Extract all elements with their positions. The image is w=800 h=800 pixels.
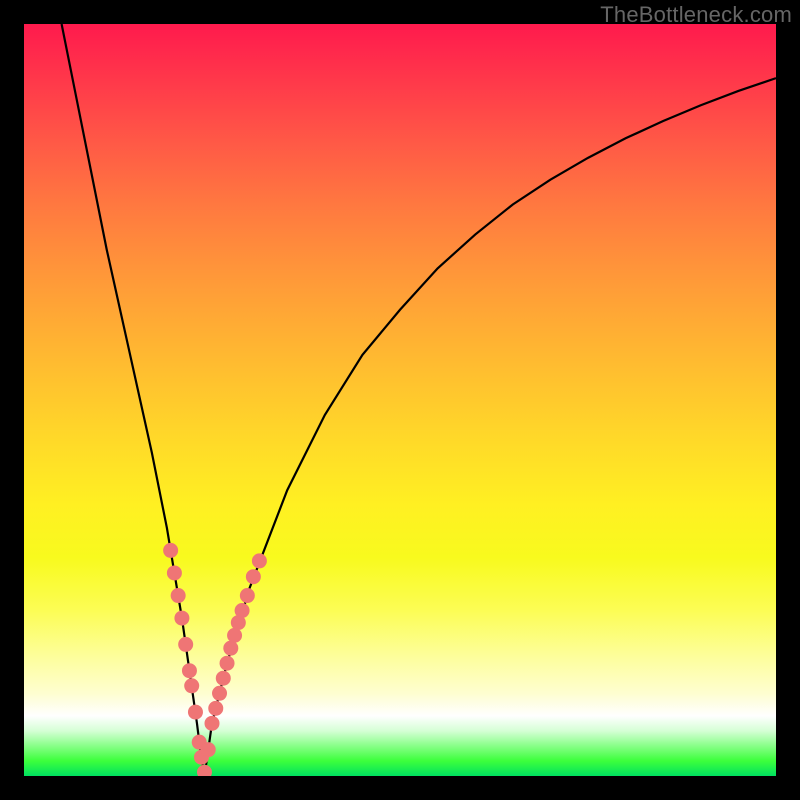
data-marker — [174, 611, 189, 626]
data-marker — [235, 603, 250, 618]
data-marker — [188, 705, 203, 720]
chart-frame: TheBottleneck.com — [0, 0, 800, 800]
data-marker — [240, 588, 255, 603]
data-marker — [163, 543, 178, 558]
data-marker — [220, 656, 235, 671]
data-marker — [212, 686, 227, 701]
curve-layer — [24, 24, 776, 776]
data-marker — [252, 553, 267, 568]
data-marker — [216, 671, 231, 686]
data-marker — [208, 701, 223, 716]
data-marker — [182, 663, 197, 678]
bottleneck-curve — [62, 24, 776, 776]
watermark-text: TheBottleneck.com — [600, 2, 792, 28]
data-marker — [171, 588, 186, 603]
data-marker — [197, 765, 212, 776]
data-marker — [223, 641, 238, 656]
plot-area — [24, 24, 776, 776]
marker-group — [163, 543, 267, 776]
data-marker — [167, 565, 182, 580]
data-marker — [184, 678, 199, 693]
data-marker — [246, 569, 261, 584]
data-marker — [205, 716, 220, 731]
data-marker — [201, 742, 216, 757]
data-marker — [178, 637, 193, 652]
data-marker — [227, 628, 242, 643]
